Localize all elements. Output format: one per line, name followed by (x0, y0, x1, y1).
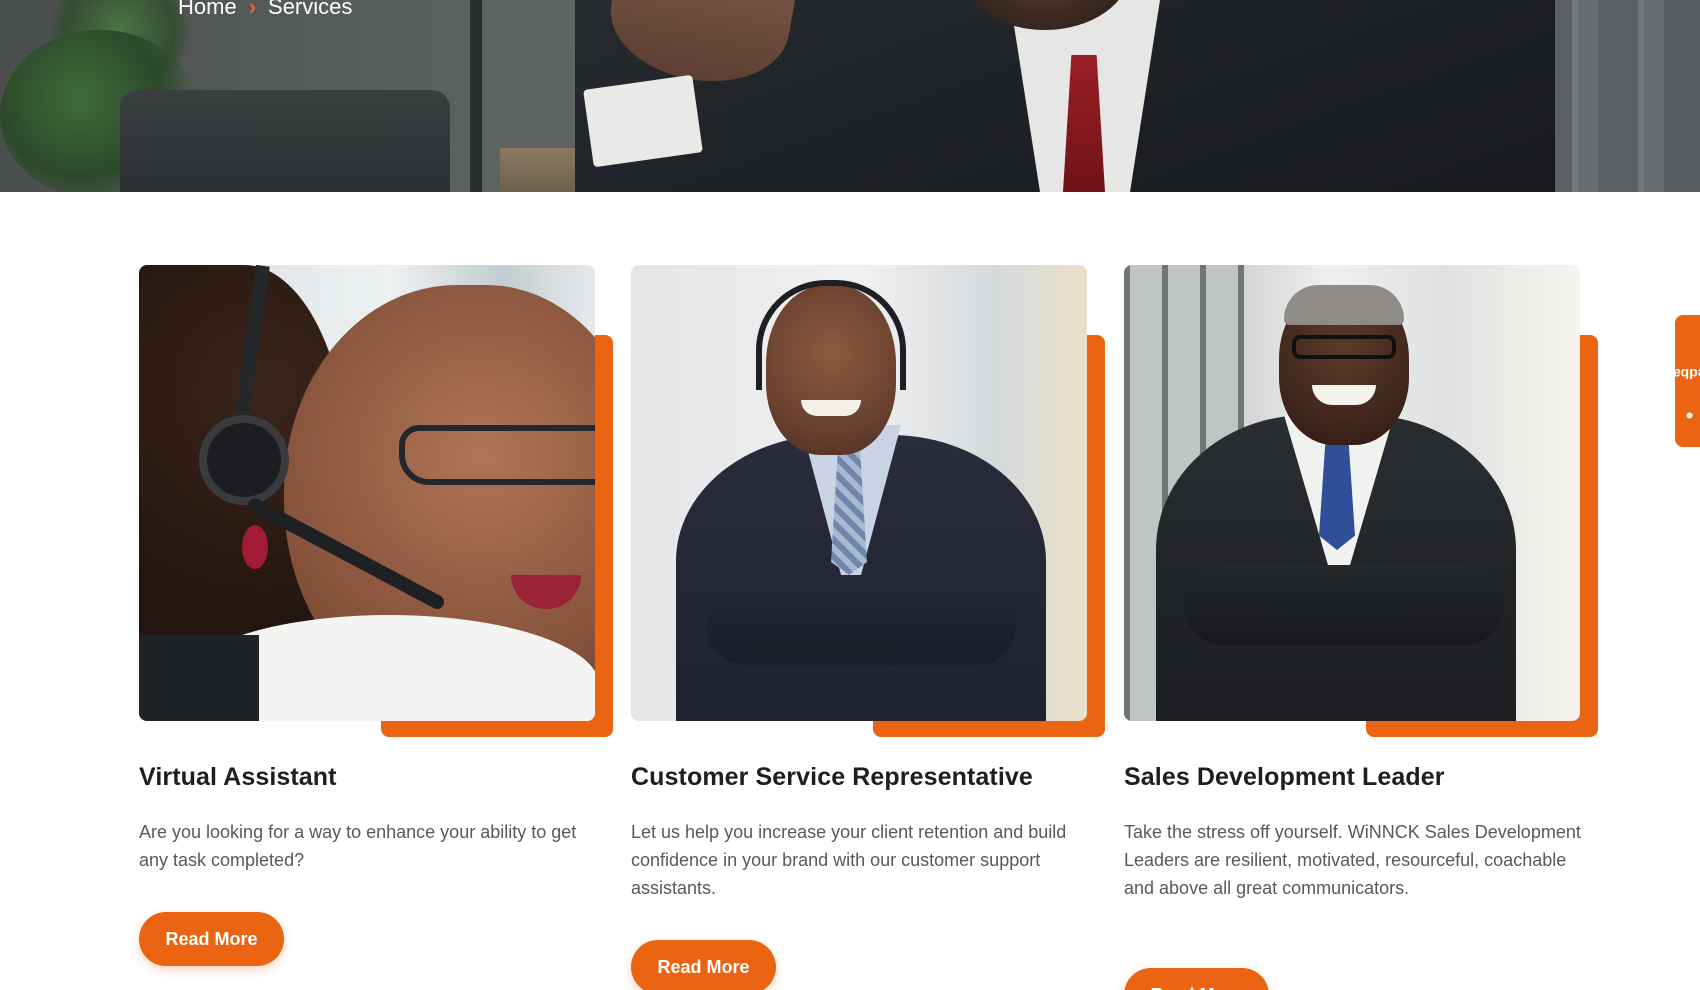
photo-hair (1284, 285, 1404, 325)
photo-earring (242, 525, 268, 569)
photo-arms (706, 585, 1016, 665)
photo-arms (1184, 565, 1504, 645)
breadcrumb-home-link[interactable]: Home (178, 0, 237, 20)
read-more-button[interactable]: Read More (1124, 968, 1269, 990)
photo-headset (199, 415, 289, 505)
person-icon: ● (1685, 408, 1695, 425)
card-image-frame (631, 265, 1105, 737)
service-image (631, 265, 1087, 721)
service-image (139, 265, 595, 721)
feedback-tab-content: ● Feedback (1658, 341, 1700, 425)
feedback-label: Feedback (1657, 365, 1700, 382)
service-card-sales-development: Sales Development Leader Take the stress… (1124, 265, 1598, 990)
service-description: Take the stress off yourself. WiNNCK Sal… (1124, 822, 1581, 898)
feedback-tab[interactable]: ● Feedback (1658, 315, 1700, 447)
photo-smile (801, 400, 861, 416)
service-image (1124, 265, 1580, 721)
card-image-frame (1124, 265, 1598, 737)
hero-cuff (583, 74, 703, 168)
service-title: Customer Service Representative (631, 763, 1033, 791)
service-description: Let us help you increase your client ret… (631, 822, 1067, 898)
service-description: Are you looking for a way to enhance you… (139, 822, 577, 870)
service-card-customer-service: Customer Service Representative Let us h… (631, 265, 1105, 990)
photo-smile (1312, 385, 1376, 405)
hero-banner: Home › Services (0, 0, 1700, 192)
breadcrumb-current: Services (268, 0, 353, 19)
photo-jacket (139, 635, 259, 721)
hero-pillar (470, 0, 482, 192)
service-title: Virtual Assistant (139, 763, 337, 791)
service-card-virtual-assistant: Virtual Assistant Are you looking for a … (139, 265, 613, 966)
breadcrumb: Home › Services (178, 0, 352, 20)
service-title: Sales Development Leader (1124, 763, 1445, 791)
photo-glasses (399, 425, 595, 485)
photo-headset (756, 280, 906, 390)
photo-glasses (1292, 335, 1396, 359)
chevron-right-icon: › (248, 0, 257, 19)
read-more-button[interactable]: Read More (139, 912, 284, 966)
hero-chair (120, 90, 450, 192)
card-image-frame (139, 265, 613, 737)
read-more-button[interactable]: Read More (631, 940, 776, 990)
